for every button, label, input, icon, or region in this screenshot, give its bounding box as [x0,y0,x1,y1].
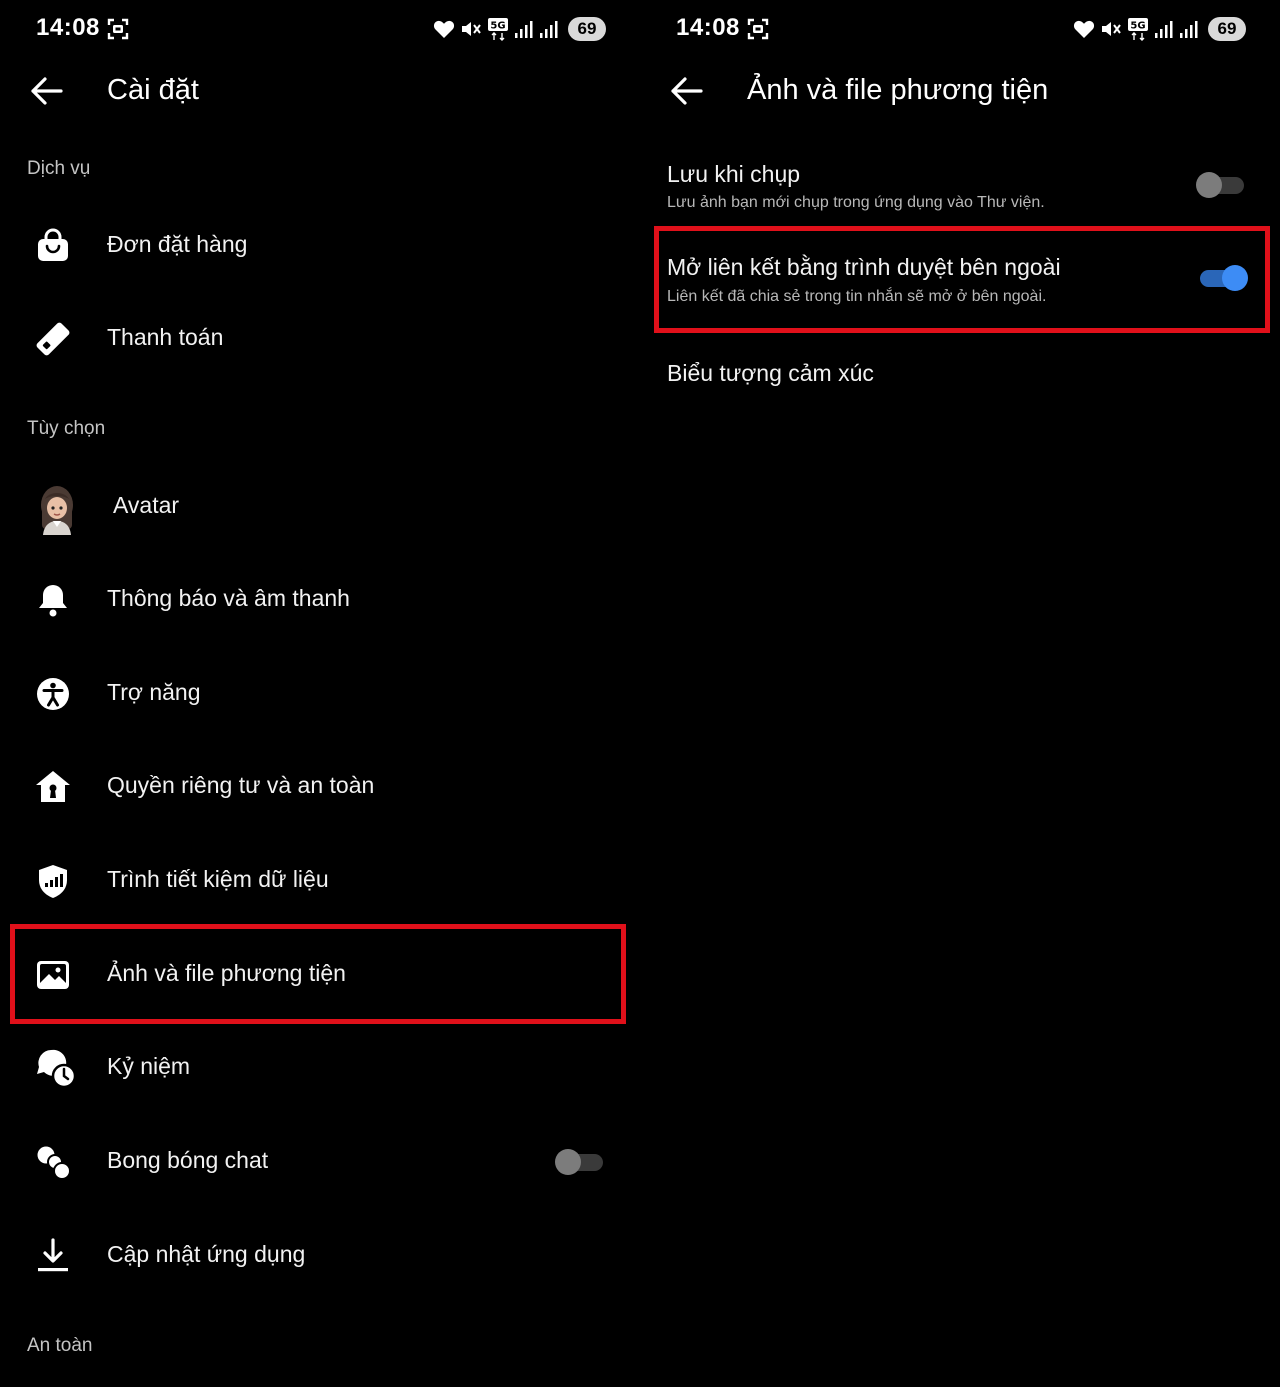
menu-item-accessibility[interactable]: Trợ năng [0,648,640,740]
memories-clock-icon [37,1049,77,1089]
status-time: 14:08 [676,14,740,41]
status-icons: 5G 69 [433,16,606,42]
menu-item-app-updates[interactable]: Cập nhật ứng dụng [0,1210,640,1302]
menu-item-payments[interactable]: Thanh toán [0,293,640,385]
5g-icon: 5G [1128,18,1148,41]
header: Ảnh và file phương tiện [640,58,1280,124]
menu-item-memories[interactable]: Kỷ niệm [0,1022,640,1114]
menu-item-privacy[interactable]: Quyền riêng tư và an toàn [0,741,640,833]
page-title: Cài đặt [107,74,199,106]
toggle-thumb [555,1149,581,1175]
mute-icon [1102,22,1121,36]
menu-label-memories: Kỷ niệm [107,1053,191,1079]
bell-icon [39,585,67,617]
menu-label-privacy: Quyền riêng tư và an toàn [107,772,375,798]
payment-tag-icon [36,322,70,356]
section-label-safety: An toàn [27,1335,93,1356]
setting-emoji[interactable]: Biểu tượng cảm xúc [640,340,1280,410]
signal-icon [1155,21,1173,38]
screen-recording-icon [747,18,769,40]
menu-label-avatar: Avatar [113,492,180,518]
battery-indicator: 69 [1208,17,1246,41]
menu-item-orders[interactable]: Đơn đặt hàng [0,200,640,292]
shopping-bag-icon [38,228,68,261]
svg-text:5G: 5G [1130,21,1145,32]
heart-icon [433,20,455,38]
menu-item-chat-heads[interactable]: Bong bóng chat [0,1116,640,1208]
menu-item-notifications[interactable]: Thông báo và âm thanh [0,554,640,646]
header: Cài đặt [0,58,640,124]
menu-item-avatar[interactable]: Avatar [0,461,640,553]
setting-subtitle-save-on-capture: Lưu ảnh bạn mới chụp trong ứng dụng vào … [667,194,1045,211]
signal-icon-2 [1180,21,1198,38]
chat-heads-icon [37,1146,71,1180]
menu-label-app-updates: Cập nhật ứng dụng [107,1241,306,1267]
status-time: 14:08 [36,14,100,41]
signal-icon [515,21,533,38]
menu-label-accessibility: Trợ năng [107,679,201,705]
menu-label-data-saver: Trình tiết kiệm dữ liệu [107,866,329,892]
menu-item-data-saver[interactable]: Trình tiết kiệm dữ liệu [0,835,640,927]
back-arrow-icon[interactable] [668,75,704,107]
svg-text:5G: 5G [490,21,505,32]
section-label-options: Tùy chọn [27,418,106,439]
menu-label-notifications: Thông báo và âm thanh [107,585,350,611]
highlight-box-open-links [654,226,1270,333]
status-bar: 14:08 5G 69 [0,0,640,58]
menu-label-orders: Đơn đặt hàng [107,231,248,257]
toggle-thumb [1196,172,1222,198]
save-on-capture-toggle[interactable] [1196,172,1248,198]
menu-label-payments: Thanh toán [107,324,224,350]
shield-signal-icon [39,865,67,898]
mute-icon [462,22,481,36]
home-lock-icon [36,771,70,802]
page-title: Ảnh và file phương tiện [747,74,1049,106]
accessibility-icon [37,678,69,710]
avatar-image [41,486,73,535]
setting-title-emoji: Biểu tượng cảm xúc [667,360,874,386]
heart-icon [1073,20,1095,38]
screen-recording-icon [107,18,129,40]
status-bar: 14:08 5G 69 [640,0,1280,58]
back-arrow-icon[interactable] [28,75,64,107]
section-label-services: Dịch vụ [27,158,91,179]
setting-save-on-capture[interactable]: Lưu khi chụp Lưu ảnh bạn mới chụp trong … [640,140,1280,226]
download-icon [38,1238,68,1272]
status-icons: 5G 69 [1073,16,1246,42]
chat-heads-toggle[interactable] [555,1149,607,1175]
highlight-box-photos-media [10,924,626,1024]
battery-indicator: 69 [568,17,606,41]
signal-icon-2 [540,21,558,38]
settings-screen: 14:08 5G 69 Cài đặt Dịch vụ Đơn đặt hàng… [0,0,640,1387]
photos-media-screen: 14:08 5G 69 Ảnh và file phương tiện Lưu … [640,0,1280,1387]
5g-icon: 5G [488,18,508,41]
menu-label-chat-heads: Bong bóng chat [107,1147,269,1173]
setting-title-save-on-capture: Lưu khi chụp [667,161,801,187]
